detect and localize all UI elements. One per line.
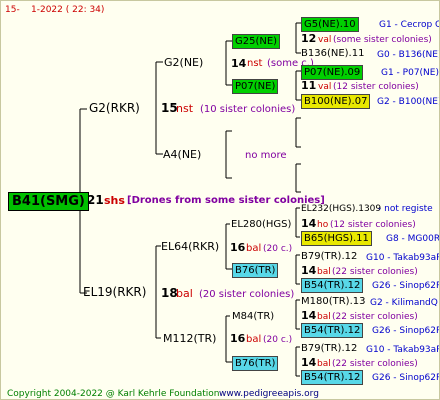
g2ne-unit: nst: [247, 58, 263, 69]
b54tr12-1-code: G26 - Sinop62R: [372, 281, 440, 291]
b136ne11-code: G0 - B136(NE): [377, 50, 440, 60]
b76-1-count: 14: [301, 264, 317, 277]
queen-el19rkr[interactable]: EL19(RKR): [83, 286, 146, 299]
pedigree-page: 15- 1-2022 ( 22: 34) B41(SMG) 21 shs [Dr…: [0, 0, 440, 400]
el64-count: 16: [230, 241, 246, 254]
el19-note: (20 sister colonies): [199, 289, 295, 300]
queen-b54tr12-3[interactable]: B54(TR).12: [301, 370, 364, 385]
queen-b76tr-2[interactable]: B76(TR): [232, 356, 279, 371]
r3-unit: val: [318, 82, 332, 92]
a4-note: no more: [245, 150, 287, 161]
g2rkr-unit: nst: [176, 102, 194, 115]
header-id: 15-: [5, 5, 20, 15]
m112-count: 16: [230, 332, 246, 345]
b100ne07-code: G2 - B100(NE): [377, 97, 440, 107]
r3-note: (12 sister colonies): [333, 82, 419, 92]
queen-el232hgs[interactable]: EL232(HGS).1309: [301, 203, 381, 216]
r1-count: 12: [301, 32, 317, 45]
el232hgs-code: - not registe: [378, 204, 433, 214]
m112-note: (20 c.): [263, 335, 293, 345]
m84-count: 14: [301, 309, 317, 322]
r3-count: 11: [301, 79, 317, 92]
queen-g2ne[interactable]: G2(NE): [164, 56, 203, 69]
queen-g2rkr[interactable]: G2(RKR): [89, 102, 140, 115]
queen-b65hgs11[interactable]: B65(HGS).11: [301, 231, 372, 246]
b54tr12-2-code: G26 - Sinop62R: [372, 326, 440, 336]
queen-b79tr12-2[interactable]: B79(TR).12: [301, 342, 357, 355]
b65hgs11-code: G8 - MG00R: [386, 234, 440, 244]
p07ne09-code: G1 - P07(NE): [381, 68, 439, 78]
m180tr13-code: G2 - KilimandQ: [370, 298, 438, 308]
root-unit: shs: [104, 194, 125, 207]
m112-unit: bal: [246, 334, 262, 345]
queen-m180tr13[interactable]: M180(TR).13: [301, 295, 365, 308]
g2ne-count: 14: [231, 57, 247, 70]
header-date: 1-2022 ( 22: 34): [31, 5, 105, 15]
b79tr12-1-code: G10 - Takab93aR: [366, 253, 440, 263]
queen-b76tr-1[interactable]: B76(TR): [232, 263, 279, 278]
b76-2-count: 14: [301, 356, 317, 369]
root-count: 21: [87, 193, 104, 207]
queen-p07ne09[interactable]: P07(NE).09: [301, 65, 364, 80]
queen-g25ne[interactable]: G25(NE): [232, 34, 281, 49]
queen-el64rkr[interactable]: EL64(RKR): [161, 240, 219, 253]
g2rkr-note: (10 sister colonies): [200, 104, 296, 115]
root-queen[interactable]: B41(SMG): [8, 192, 89, 211]
queen-b79tr12-1[interactable]: B79(TR).12: [301, 250, 357, 263]
el19-unit: bal: [176, 287, 193, 300]
queen-b54tr12-1[interactable]: B54(TR).12: [301, 278, 364, 293]
el64-note: (20 c.): [263, 244, 293, 254]
r1-note: (some sister colonies): [333, 35, 432, 45]
b79tr12-2-code: G10 - Takab93aR: [366, 345, 440, 355]
b54tr12-3-code: G26 - Sinop62R: [372, 373, 440, 383]
root-note: [Drones from some sister colonies]: [127, 195, 325, 206]
r1-unit: val: [318, 35, 332, 45]
el64-unit: bal: [246, 243, 262, 254]
queen-b100ne07[interactable]: B100(NE).07: [301, 94, 371, 109]
queen-el280hgs[interactable]: EL280(HGS): [231, 218, 291, 231]
queen-m84tr[interactable]: M84(TR): [232, 310, 274, 323]
footer-site-link[interactable]: www.pedigreeapis.org: [219, 388, 319, 399]
queen-g5ne10[interactable]: G5(NE).10: [301, 17, 359, 32]
queen-p07ne[interactable]: P07(NE): [232, 79, 279, 94]
queen-b54tr12-2[interactable]: B54(TR).12: [301, 323, 364, 338]
footer-copyright: Copyright 2004-2022 @ Karl Kehrle Founda…: [7, 389, 220, 399]
queen-m112tr[interactable]: M112(TR): [163, 332, 216, 345]
queen-a4ne[interactable]: A4(NE): [163, 148, 201, 161]
el280-count: 14: [301, 217, 317, 230]
queen-b136ne11[interactable]: B136(NE).11: [301, 47, 364, 60]
g5ne10-code: G1 - Cecrop Q: [379, 20, 440, 30]
